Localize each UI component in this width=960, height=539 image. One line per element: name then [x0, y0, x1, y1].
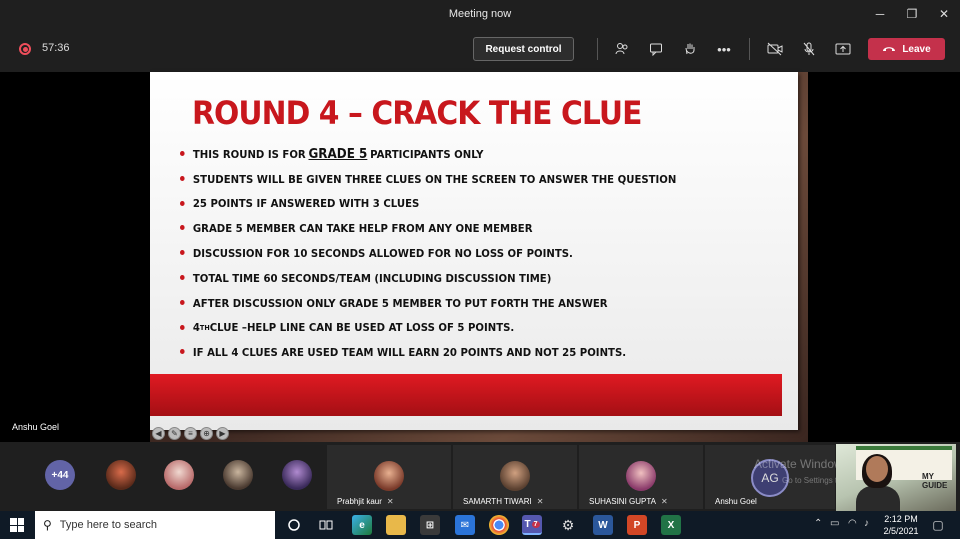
raise-hand-icon[interactable]: [679, 38, 701, 60]
avatar[interactable]: [106, 460, 136, 490]
title-bar: Meeting now ─ ❐ ✕: [0, 0, 960, 28]
mic-muted-icon: ✕: [536, 497, 544, 506]
camera-off-icon[interactable]: [764, 38, 786, 60]
slide-bullet: STUDENTS WILL BE GIVEN THREE CLUES ON TH…: [180, 167, 732, 192]
powerpoint-icon[interactable]: P: [627, 515, 647, 535]
pen-icon[interactable]: ✎: [168, 427, 181, 440]
mic-off-icon[interactable]: [798, 38, 820, 60]
hang-up-icon: [883, 47, 896, 51]
avatar[interactable]: [164, 460, 194, 490]
mail-icon[interactable]: ✉: [455, 515, 475, 535]
chat-icon[interactable]: [645, 38, 667, 60]
slide-bullet: GRADE 5 MEMBER CAN TAKE HELP FROM ANY ON…: [180, 216, 732, 241]
leave-label: Leave: [902, 43, 931, 55]
grade-emphasis: GRADE 5: [308, 146, 368, 162]
meeting-toolbar: 57:36 Request control ••• Leave: [0, 28, 960, 70]
avatar: [500, 461, 530, 491]
banner-text: MY GUIDE: [922, 472, 948, 490]
presentation-slide: ROUND 4 – CRACK THE CLUE THIS ROUND IS F…: [150, 72, 798, 430]
settings-icon[interactable]: ⚙: [558, 515, 578, 535]
participant-name: SUHASINI GUPTA: [589, 497, 656, 506]
toolbar-divider: [597, 38, 598, 60]
notification-icon[interactable]: ▢: [928, 515, 948, 535]
clock-date: 2/5/2021: [883, 526, 919, 536]
toolbar-divider: [749, 38, 750, 60]
file-explorer-icon[interactable]: [386, 515, 406, 535]
excel-icon[interactable]: X: [661, 515, 681, 535]
teams-icon[interactable]: T7: [522, 515, 542, 535]
minimize-icon[interactable]: ─: [864, 0, 896, 28]
slide-bullet: AFTER DISCUSSION ONLY GRADE 5 MEMBER TO …: [180, 291, 732, 316]
slide-background: ROUND 4 – CRACK THE CLUE THIS ROUND IS F…: [150, 72, 808, 442]
close-icon[interactable]: ✕: [928, 0, 960, 28]
participant-name: Anshu Goel: [715, 497, 757, 506]
recording-icon: [19, 43, 31, 55]
slide-bullet-list: THIS ROUND IS FOR GRADE 5 PARTICIPANTS O…: [180, 142, 780, 365]
clock-time: 2:12 PM: [884, 514, 918, 524]
request-control-button[interactable]: Request control: [473, 37, 574, 61]
participants-icon[interactable]: [611, 38, 633, 60]
share-screen-icon[interactable]: [832, 38, 854, 60]
task-view-icon[interactable]: [316, 515, 336, 535]
more-options-icon[interactable]: •••: [713, 38, 735, 60]
mic-muted-icon: ✕: [660, 497, 668, 506]
store-icon[interactable]: ⊞: [420, 515, 440, 535]
windows-taskbar: ⚲ Type here to search e ⊞ ✉ T7 ⚙ W P X ⌃…: [0, 511, 960, 539]
zoom-icon[interactable]: ⊕: [200, 427, 213, 440]
teams-badge: 7: [531, 520, 540, 528]
more-participants-badge[interactable]: +44: [45, 460, 75, 490]
slide-bullet: THIS ROUND IS FOR GRADE 5 PARTICIPANTS O…: [180, 142, 732, 167]
participant-tile[interactable]: Prabhjit kaur ✕: [327, 445, 451, 509]
taskbar-search-input[interactable]: ⚲ Type here to search: [35, 511, 275, 539]
avatar[interactable]: [223, 460, 253, 490]
participant-tile[interactable]: SAMARTH TIWARI ✕: [453, 445, 577, 509]
slides-menu-icon[interactable]: ≡: [184, 427, 197, 440]
avatar: [374, 461, 404, 491]
chrome-icon[interactable]: [489, 515, 509, 535]
window-controls: ─ ❐ ✕: [864, 0, 960, 28]
search-placeholder: Type here to search: [59, 519, 158, 531]
mic-muted-icon: ✕: [386, 497, 394, 506]
previous-slide-icon[interactable]: ◀: [152, 427, 165, 440]
self-video-feed[interactable]: MY GUIDE: [836, 444, 956, 511]
meeting-timer: 57:36: [42, 42, 70, 54]
volume-icon[interactable]: ♪: [864, 518, 869, 529]
window-title: Meeting now: [448, 8, 512, 20]
slide-title: ROUND 4 – CRACK THE CLUE: [192, 94, 642, 132]
slide-bullet: TOTAL TIME 60 SECONDS/TEAM (INCLUDING DI…: [180, 266, 732, 291]
activate-windows-watermark: Activate Windows: [754, 457, 849, 471]
presenter-name: Anshu Goel: [12, 422, 60, 432]
slide-bullet: 25 POINTS IF ANSWERED WITH 3 CLUES: [180, 192, 732, 217]
tray-chevron-icon[interactable]: ⌃: [814, 518, 822, 529]
avatar[interactable]: [282, 460, 312, 490]
edge-icon[interactable]: e: [352, 515, 372, 535]
slide-red-band: [150, 374, 782, 416]
network-icon[interactable]: ▭: [830, 518, 839, 529]
restore-icon[interactable]: ❐: [896, 0, 928, 28]
slide-bullet: DISCUSSION FOR 10 SECONDS ALLOWED FOR NO…: [180, 241, 732, 266]
slide-bullet: IF ALL 4 CLUES ARE USED TEAM WILL EARN 2…: [180, 340, 732, 365]
shared-content-stage: ROUND 4 – CRACK THE CLUE THIS ROUND IS F…: [0, 72, 960, 442]
next-slide-icon[interactable]: ▶: [216, 427, 229, 440]
word-icon[interactable]: W: [593, 515, 613, 535]
cortana-icon[interactable]: [284, 515, 304, 535]
person-video: [856, 454, 900, 511]
search-icon: ⚲: [43, 518, 52, 532]
participant-tile[interactable]: SUHASINI GUPTA ✕: [579, 445, 703, 509]
taskbar-clock[interactable]: 2:12 PM 2/5/2021: [880, 513, 922, 537]
wifi-icon[interactable]: ◠: [848, 518, 857, 529]
avatar: [626, 461, 656, 491]
windows-start-icon[interactable]: [10, 518, 24, 532]
slide-nav-controls: ◀ ✎ ≡ ⊕ ▶: [152, 427, 229, 440]
leave-button[interactable]: Leave: [868, 38, 945, 60]
slide-bullet: 4 TH CLUE –HELP LINE CAN BE USED AT LOSS …: [180, 316, 732, 341]
participant-name: SAMARTH TIWARI: [463, 497, 532, 506]
participant-name: Prabhjit kaur: [337, 497, 382, 506]
